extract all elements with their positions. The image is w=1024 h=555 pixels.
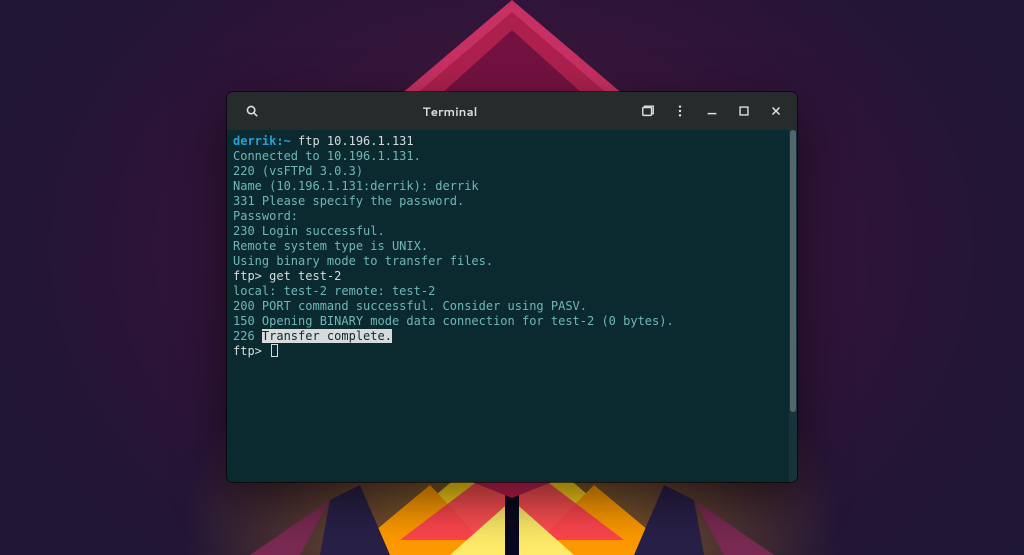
terminal-window: Terminal (227, 92, 797, 482)
search-icon[interactable] (237, 96, 267, 126)
terminal-line: Using binary mode to transfer files. (233, 254, 797, 269)
menu-icon[interactable] (665, 96, 695, 126)
terminal-line: 220 (vsFTPd 3.0.3) (233, 164, 797, 179)
terminal-line: ftp> (233, 344, 797, 359)
terminal-line: Connected to 10.196.1.131. (233, 149, 797, 164)
terminal-line: 230 Login successful. (233, 224, 797, 239)
prompt-command: ftp 10.196.1.131 (291, 134, 414, 148)
cursor-icon (271, 344, 278, 357)
prompt-user-host: derrik:~ (233, 134, 291, 148)
selected-text: Transfer complete. (262, 329, 392, 343)
terminal-line: 150 Opening BINARY mode data connection … (233, 314, 797, 329)
terminal-line: local: test-2 remote: test-2 (233, 284, 797, 299)
close-button[interactable] (761, 96, 791, 126)
scrollbar-thumb[interactable] (790, 130, 796, 412)
scrollbar-track[interactable] (789, 130, 797, 482)
minimize-button[interactable] (697, 96, 727, 126)
window-titlebar[interactable]: Terminal (227, 92, 797, 130)
window-title: Terminal (267, 103, 633, 120)
maximize-button[interactable] (729, 96, 759, 126)
new-tab-icon[interactable] (633, 96, 663, 126)
terminal-line: ftp> get test-2 (233, 269, 797, 284)
terminal-line: derrik:~ ftp 10.196.1.131 (233, 134, 797, 149)
terminal-line: 200 PORT command successful. Consider us… (233, 299, 797, 314)
ftp-prompt: ftp> (233, 344, 269, 358)
terminal-text: 226 (233, 329, 262, 343)
terminal-line: Remote system type is UNIX. (233, 239, 797, 254)
terminal-line: 331 Please specify the password. (233, 194, 797, 209)
terminal-content[interactable]: derrik:~ ftp 10.196.1.131 Connected to 1… (227, 130, 797, 482)
terminal-line: Password: (233, 209, 797, 224)
terminal-line: 226 Transfer complete. (233, 329, 797, 344)
terminal-line: Name (10.196.1.131:derrik): derrik (233, 179, 797, 194)
